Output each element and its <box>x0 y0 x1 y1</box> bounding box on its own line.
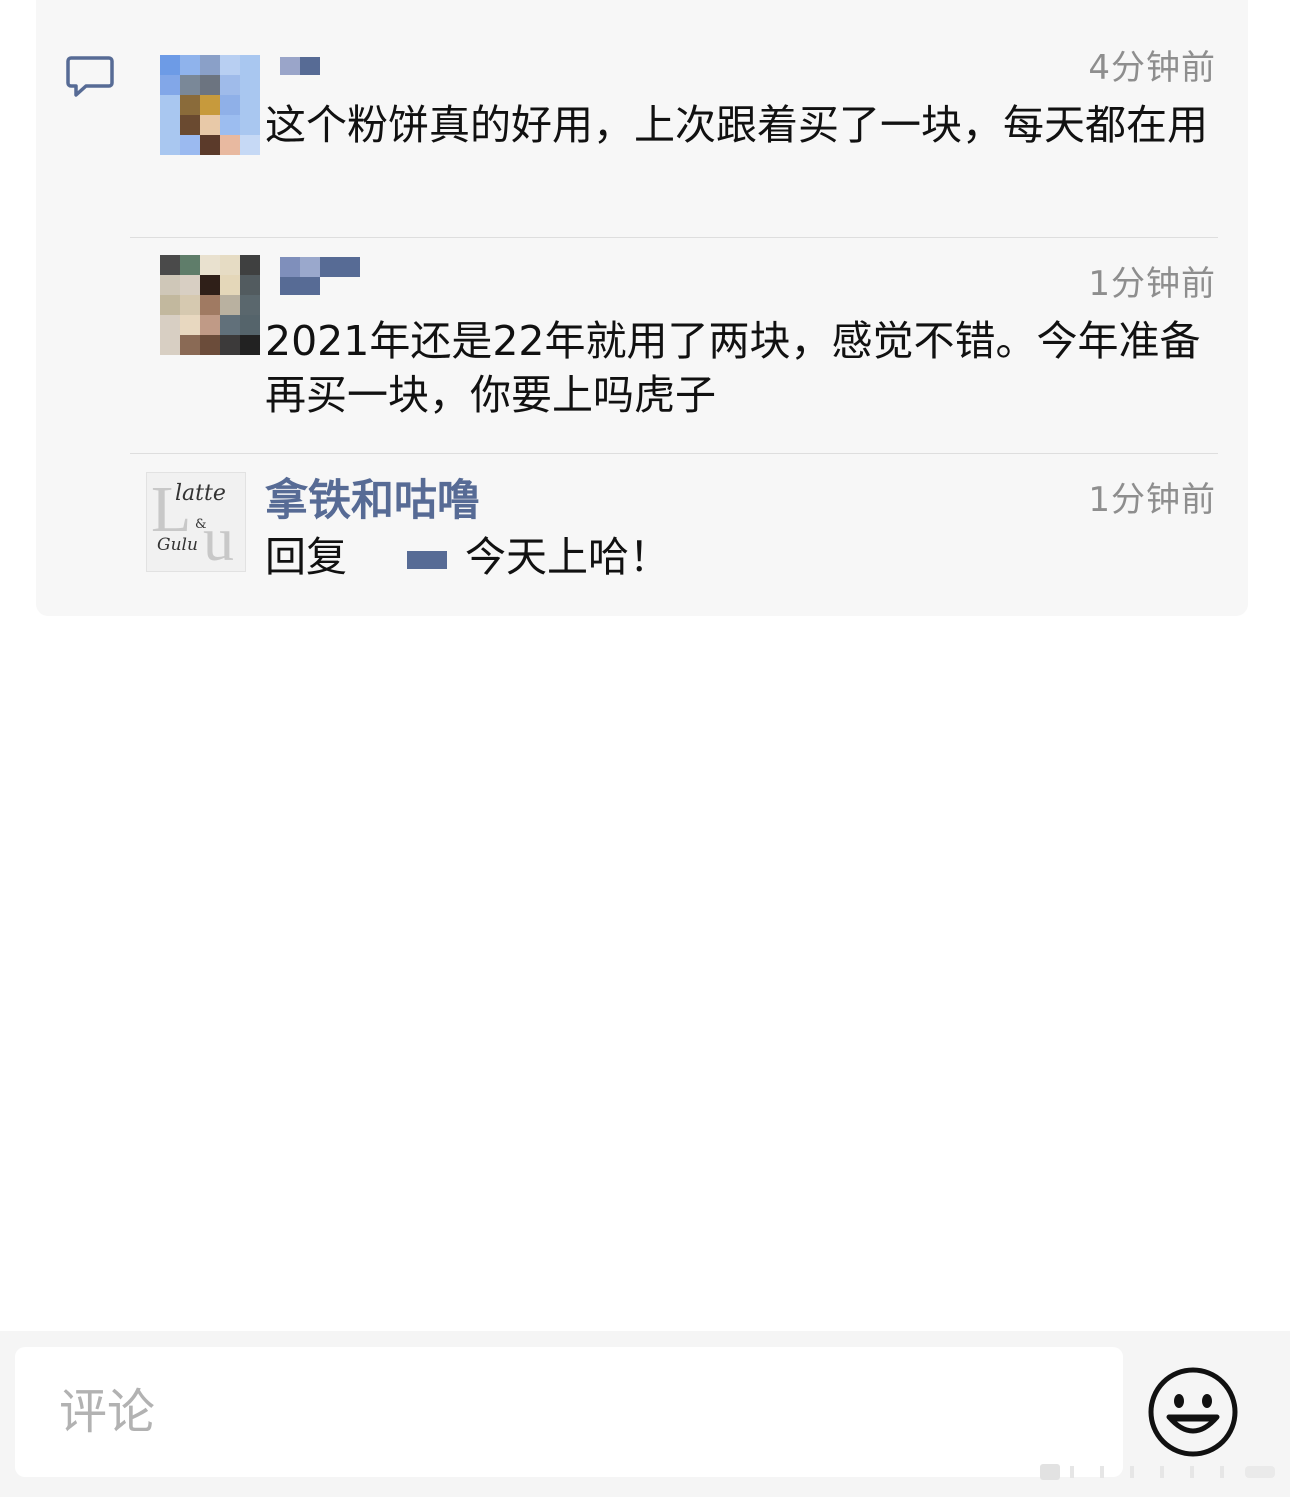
comment-text[interactable]: 2021年还是22年就用了两块，感觉不错。今年准备再买一块，你要上吗虎子 <box>265 314 1235 422</box>
avatar-text-ampersand: & <box>195 517 207 532</box>
avatar-pixelated[interactable] <box>160 255 260 355</box>
comment-divider <box>130 237 1218 238</box>
commenter-name-redacted[interactable] <box>280 257 360 277</box>
commenter-name[interactable]: 拿铁和咕噜 <box>265 466 480 528</box>
comment-timestamp: 4分钟前 <box>1088 48 1216 88</box>
comment-text[interactable]: 这个粉饼真的好用，上次跟着买了一块，每天都在用 <box>265 98 1235 152</box>
comment-timestamp: 1分钟前 <box>1088 264 1216 304</box>
replied-user-redacted[interactable] <box>407 551 447 569</box>
avatar-text-latte: latte <box>175 481 226 506</box>
reply-text: 今天上哈！ <box>465 533 670 581</box>
avatar-letter-u: u <box>203 506 234 572</box>
avatar-pixelated[interactable] <box>160 55 260 155</box>
commenter-name-redacted-2 <box>280 277 320 295</box>
commenter-name-redacted[interactable] <box>280 57 320 75</box>
comment-timestamp: 1分钟前 <box>1088 480 1216 520</box>
comment-input[interactable] <box>15 1347 1123 1477</box>
reply-prefix: 回复 <box>265 533 347 581</box>
comment-text[interactable]: 回复 今天上哈！ <box>265 530 670 584</box>
avatar-latte-gulu[interactable]: L u latte & Gulu <box>146 472 246 572</box>
smiley-face-icon[interactable] <box>1146 1365 1240 1459</box>
avatar-text-gulu: Gulu <box>157 535 198 555</box>
scroll-indicator <box>1040 1464 1275 1480</box>
comment-icon <box>66 56 114 97</box>
comment-divider <box>130 453 1218 454</box>
